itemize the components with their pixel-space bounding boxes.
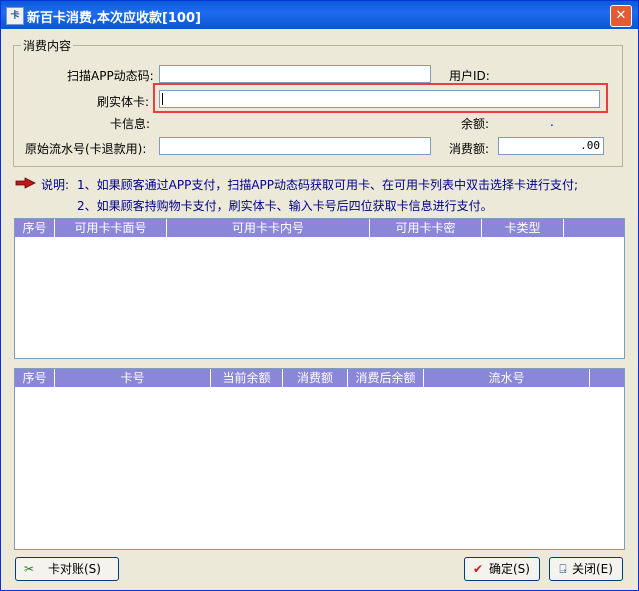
card-info-label: 卡信息: xyxy=(110,117,151,131)
note-line-2: 2、如果顾客持购物卡支付，刷实体卡、输入卡号后四位获取卡信息进行支付。 xyxy=(77,199,493,213)
scan-code-input[interactable] xyxy=(159,65,431,83)
confirm-button-label: 确定(S) xyxy=(489,562,530,576)
checkmark-icon: ✔ xyxy=(472,562,484,576)
confirm-button[interactable]: ✔ 确定(S) xyxy=(464,557,540,581)
balance-value: . xyxy=(550,115,554,129)
column-header[interactable]: 可用卡卡面号 xyxy=(55,219,167,237)
column-header[interactable]: 消费额 xyxy=(283,369,348,387)
available-cards-table[interactable]: 序号 可用卡卡面号 可用卡卡内号 可用卡卡密 卡类型 xyxy=(14,218,625,359)
column-header[interactable]: 可用卡卡密 xyxy=(370,219,482,237)
table-header: 序号 卡号 当前余额 消费额 消费后余额 流水号 xyxy=(15,369,624,387)
amount-input[interactable]: .00 xyxy=(498,137,604,155)
amount-label: 消费额: xyxy=(449,142,490,156)
serial-label: 原始流水号(卡退款用): xyxy=(25,142,147,156)
column-header[interactable]: 消费后余额 xyxy=(348,369,424,387)
column-header[interactable]: 卡号 xyxy=(55,369,211,387)
reconcile-button[interactable]: ✂ 卡对账(S) xyxy=(15,557,119,581)
title-bar[interactable]: 卡 新百卡消费,本次应收款[100] ✕ xyxy=(1,1,638,29)
swipe-card-label: 刷实体卡: xyxy=(97,95,150,109)
window-title: 新百卡消费,本次应收款[100] xyxy=(27,11,201,26)
arrow-icon xyxy=(15,177,36,189)
group-legend: 消费内容 xyxy=(21,37,74,54)
column-header[interactable]: 当前余额 xyxy=(211,369,283,387)
highlight-box xyxy=(153,83,608,113)
column-header[interactable]: 序号 xyxy=(15,219,55,237)
close-button[interactable]: ⍈ 关闭(E) xyxy=(549,557,623,581)
table-header: 序号 可用卡卡面号 可用卡卡内号 可用卡卡密 卡类型 xyxy=(15,219,624,237)
exit-door-icon: ⍈ xyxy=(559,562,567,576)
serial-input[interactable] xyxy=(159,137,431,155)
close-window-button[interactable]: ✕ xyxy=(610,5,632,27)
dialog-window: 卡 新百卡消费,本次应收款[100] ✕ 消费内容 扫描APP动态码: 用户ID… xyxy=(0,0,639,591)
note-line-1: 1、如果顾客通过APP支付，扫描APP动态码获取可用卡、在可用卡列表中双击选择卡… xyxy=(77,178,579,192)
user-id-label: 用户ID: xyxy=(449,69,490,83)
column-header[interactable]: 可用卡卡内号 xyxy=(167,219,370,237)
column-header[interactable]: 流水号 xyxy=(424,369,590,387)
close-button-label: 关闭(E) xyxy=(572,562,613,576)
column-header[interactable]: 序号 xyxy=(15,369,55,387)
balance-label: 余额: xyxy=(461,117,490,131)
note-prefix: 说明: xyxy=(41,178,70,192)
reconcile-icon: ✂ xyxy=(23,562,35,576)
consumption-detail-table[interactable]: 序号 卡号 当前余额 消费额 消费后余额 流水号 xyxy=(14,368,625,550)
reconcile-button-label: 卡对账(S) xyxy=(48,562,101,576)
scan-code-label: 扫描APP动态码: xyxy=(67,69,154,83)
app-icon: 卡 xyxy=(6,7,24,25)
column-header[interactable]: 卡类型 xyxy=(482,219,564,237)
